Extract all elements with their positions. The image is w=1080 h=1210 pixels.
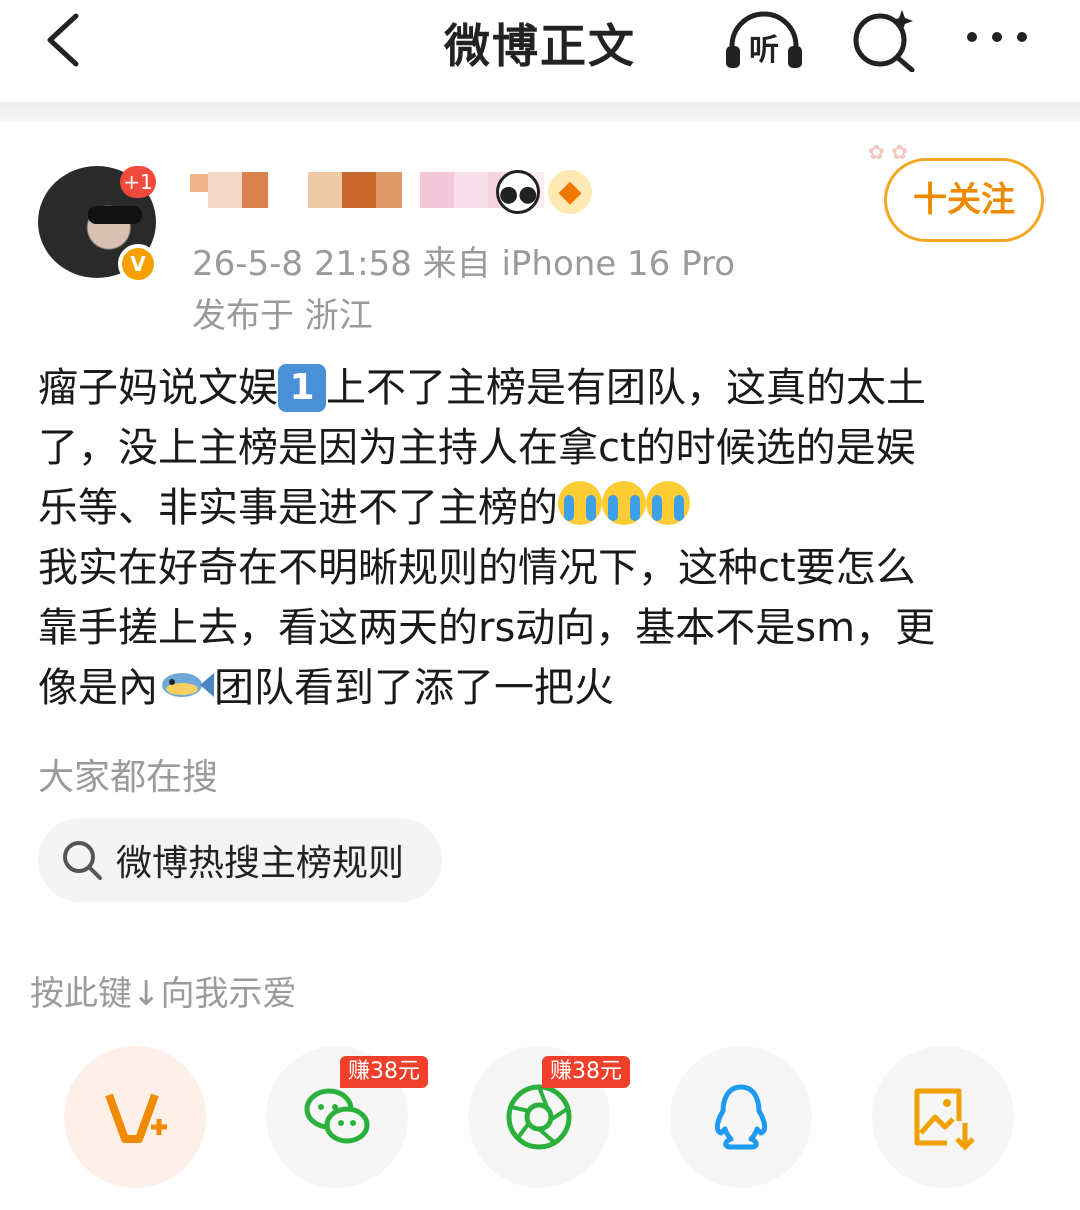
search-icon <box>63 841 102 880</box>
fish-icon <box>162 673 214 697</box>
avatar-plus-badge: +1 <box>120 166 156 198</box>
more-dots-icon[interactable] <box>962 22 1032 52</box>
number-one-icon: 1 <box>278 364 326 412</box>
post-text: 瘤子妈说文娱 1 上不了主榜是有团队，这真的太土 了，没上主榜是因为主持人在拿ct的… <box>38 358 1048 718</box>
panda-badge-icon: ●● <box>496 170 540 214</box>
post-line: 了，没上主榜是因为主持人在拿ct的时候选的是娱 <box>38 425 916 471</box>
share-vplus-button[interactable] <box>64 1046 206 1188</box>
share-hint: 按此键↓向我示爱 <box>30 974 297 1014</box>
svg-text:听: 听 <box>749 33 779 68</box>
save-image-button[interactable] <box>872 1046 1014 1188</box>
post-line: 靠手搓上去，看这两天的rs动向，基本不是sm，更 <box>38 605 936 651</box>
share-row <box>0 1046 1080 1196</box>
post-line: 像是內 团队看到了添了一把火 <box>38 665 614 711</box>
qq-penguin-icon <box>714 1084 768 1150</box>
follow-button[interactable]: 十关注 <box>884 158 1044 242</box>
avatar-glasses <box>88 206 142 224</box>
share-qq-button[interactable] <box>670 1046 812 1188</box>
wechat-icon <box>304 1088 370 1144</box>
fish-badge-icon: ◆ <box>548 170 592 214</box>
trending-search-label: 微博热搜主榜规则 <box>116 843 405 884</box>
moments-aperture-icon <box>506 1084 572 1150</box>
post-line: 瘤子妈说文娱 1 上不了主榜是有团队，这真的太土 <box>38 364 926 412</box>
crying-face-icon <box>558 481 602 525</box>
header-divider <box>0 102 1080 122</box>
post-location: 发布于 浙江 <box>192 296 373 336</box>
trending-search-chip[interactable]: 微博热搜主榜规则 <box>38 818 442 902</box>
save-image-icon <box>914 1088 975 1151</box>
moments-reward-badge: 赚38元 <box>542 1056 630 1088</box>
username-pixelated[interactable] <box>190 172 544 208</box>
headphones-listen-icon[interactable]: 听 <box>722 8 806 72</box>
post-line: 乐等、非实事是进不了主榜的 <box>38 478 1048 538</box>
post-line: 我实在好奇在不明晰规则的情况下，这种ct要怎么 <box>38 545 916 591</box>
top-nav: 微博正文 听 <box>0 0 1080 102</box>
trending-search-title: 大家都在搜 <box>38 757 219 798</box>
verified-icon: V <box>118 244 158 284</box>
crying-face-icon <box>646 481 690 525</box>
post-time-source: 26-5-8 21:58 来自 iPhone 16 Pro <box>192 244 736 284</box>
search-sparkle-icon[interactable] <box>850 6 920 72</box>
vplus-icon <box>105 1093 167 1143</box>
crying-face-icon <box>602 481 646 525</box>
wechat-reward-badge: 赚38元 <box>340 1056 428 1088</box>
